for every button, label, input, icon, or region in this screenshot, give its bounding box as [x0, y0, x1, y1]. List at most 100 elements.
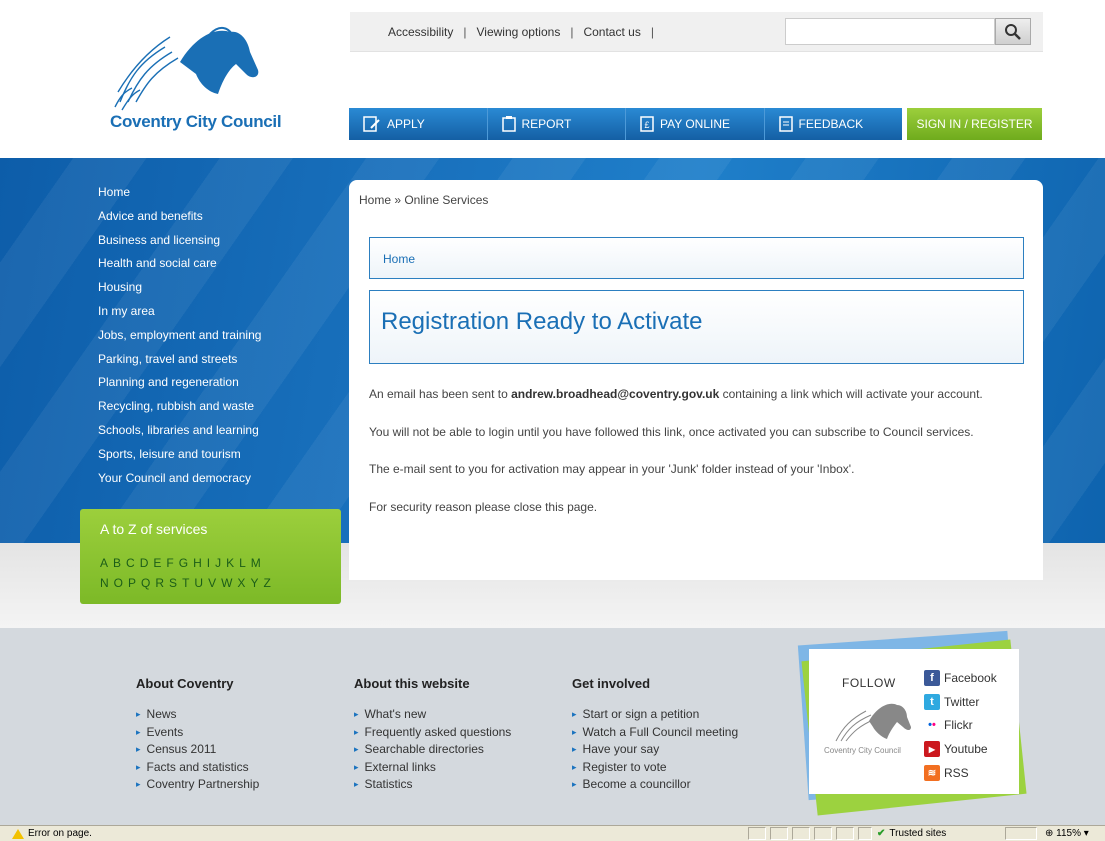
footer-link[interactable]: External links — [354, 760, 511, 778]
security-zone[interactable]: ✔ Trusted sites — [877, 828, 946, 839]
footer-link[interactable]: News — [136, 707, 259, 725]
atoz-letter[interactable]: Y — [250, 576, 258, 590]
sidebar-item-advice[interactable]: Advice and benefits — [98, 206, 261, 230]
title-box: Registration Ready to Activate — [369, 290, 1024, 364]
follow-panel: FOLLOW Coventry City Council f Facebook t… — [795, 630, 1035, 816]
atoz-letter[interactable]: J — [215, 556, 221, 570]
footer-link[interactable]: Coventry Partnership — [136, 777, 260, 795]
viewing-options-link[interactable]: Viewing options — [476, 25, 560, 39]
sign-in-register-button[interactable]: SIGN IN / REGISTER — [907, 108, 1042, 140]
footer-link[interactable]: Events — [136, 725, 259, 743]
rss-link[interactable]: ≋ RSS — [924, 761, 997, 785]
sidebar-item-parking[interactable]: Parking, travel and streets — [98, 349, 261, 373]
search-input[interactable] — [785, 18, 995, 45]
youtube-icon: ▶ — [924, 741, 940, 758]
atoz-letter[interactable]: Q — [141, 576, 150, 590]
atoz-letter[interactable]: P — [128, 576, 136, 590]
atoz-letter[interactable]: U — [194, 576, 203, 590]
atoz-letter[interactable]: D — [140, 556, 149, 570]
protected-mode-toggle[interactable] — [1005, 827, 1037, 840]
main-action-nav: APPLY REPORT £ PAY ONLINE FEEDBACK — [349, 108, 902, 140]
follow-card: FOLLOW Coventry City Council f Facebook t… — [809, 649, 1019, 794]
facebook-link[interactable]: f Facebook — [924, 666, 997, 690]
atoz-letter[interactable]: F — [166, 556, 173, 570]
sidebar-item-planning[interactable]: Planning and regeneration — [98, 372, 261, 396]
status-cell — [748, 827, 766, 840]
home-link[interactable]: Home — [383, 252, 415, 266]
error-text: Error on page. — [28, 828, 92, 839]
atoz-letter[interactable]: L — [239, 556, 246, 570]
sidebar-item-housing[interactable]: Housing — [98, 277, 261, 301]
sidebar-item-health[interactable]: Health and social care — [98, 253, 261, 277]
atoz-letter[interactable]: W — [221, 576, 232, 590]
zoom-icon: ⊕ — [1045, 828, 1057, 839]
rss-icon: ≋ — [924, 765, 940, 782]
footer-link[interactable]: Statistics — [354, 777, 511, 795]
atoz-letter[interactable]: O — [114, 576, 123, 590]
sidebar-nav: Home Advice and benefits Business and li… — [98, 182, 261, 491]
feedback-button[interactable]: FEEDBACK — [765, 108, 903, 140]
sidebar-item-recycling[interactable]: Recycling, rubbish and waste — [98, 396, 261, 420]
contact-us-link[interactable]: Contact us — [583, 25, 640, 39]
council-logo[interactable]: Coventry City Council — [110, 22, 290, 137]
atoz-letter[interactable]: B — [113, 556, 121, 570]
junk-folder-paragraph: The e-mail sent to you for activation ma… — [369, 462, 855, 476]
atoz-letter[interactable]: R — [155, 576, 164, 590]
atoz-letter[interactable]: I — [207, 556, 210, 570]
sidebar-item-jobs[interactable]: Jobs, employment and training — [98, 325, 261, 349]
footer-get-involved: Get involved Start or sign a petition Wa… — [572, 676, 738, 795]
svg-text:£: £ — [644, 120, 649, 130]
footer-link[interactable]: Start or sign a petition — [572, 707, 738, 725]
atoz-letter[interactable]: M — [251, 556, 261, 570]
sidebar-item-sports[interactable]: Sports, leisure and tourism — [98, 444, 261, 468]
atoz-letter[interactable]: A — [100, 556, 108, 570]
atoz-letter[interactable]: X — [237, 576, 245, 590]
sidebar-item-in-my-area[interactable]: In my area — [98, 301, 261, 325]
pay-icon: £ — [640, 116, 654, 132]
footer-link[interactable]: Searchable directories — [354, 742, 511, 760]
footer-link[interactable]: Facts and statistics — [136, 760, 259, 778]
twitter-label: Twitter — [944, 694, 980, 709]
atoz-letter[interactable]: G — [179, 556, 188, 570]
twitter-link[interactable]: t Twitter — [924, 690, 997, 714]
atoz-letter[interactable]: T — [182, 576, 189, 590]
checkmark-icon: ✔ — [877, 828, 886, 839]
footer-link[interactable]: Frequently asked questions — [354, 725, 512, 743]
clipboard-icon — [501, 116, 516, 132]
status-cell — [770, 827, 788, 840]
sidebar-item-business[interactable]: Business and licensing — [98, 230, 261, 254]
sidebar-item-schools[interactable]: Schools, libraries and learning — [98, 420, 261, 444]
atoz-letter[interactable]: C — [126, 556, 135, 570]
atoz-letter[interactable]: E — [153, 556, 161, 570]
email-address: andrew.broadhead@coventry.gov.uk — [511, 387, 720, 401]
footer-link[interactable]: Census 2011 — [136, 742, 259, 760]
atoz-letter[interactable]: N — [100, 576, 109, 590]
footer-link[interactable]: Register to vote — [572, 760, 738, 778]
apply-button[interactable]: APPLY — [349, 108, 488, 140]
footer-link[interactable]: Have your say — [572, 742, 738, 760]
footer-link[interactable]: Become a councillor — [572, 777, 738, 795]
sidebar-item-home[interactable]: Home — [98, 182, 261, 206]
pay-online-button[interactable]: £ PAY ONLINE — [626, 108, 765, 140]
footer-link[interactable]: Watch a Full Council meeting — [572, 725, 739, 743]
zoom-control[interactable]: ⊕ 115% ▾ — [1045, 828, 1089, 839]
atoz-letter[interactable]: Z — [263, 576, 270, 590]
accessibility-link[interactable]: Accessibility — [388, 25, 453, 39]
sidebar-item-council[interactable]: Your Council and democracy — [98, 468, 261, 492]
a-to-z-panel: A to Z of services ABCDEFGHIJKLM NOPQRST… — [80, 509, 341, 604]
error-status[interactable]: Error on page. — [12, 828, 92, 839]
report-button[interactable]: REPORT — [488, 108, 626, 140]
search-button[interactable] — [995, 18, 1031, 45]
small-horse-logo-icon: Coventry City Council — [824, 703, 911, 755]
breadcrumb[interactable]: Home » Online Services — [359, 193, 488, 207]
flickr-link[interactable]: • • Flickr — [924, 714, 997, 738]
feedback-label: FEEDBACK — [798, 117, 864, 131]
atoz-letter[interactable]: S — [169, 576, 177, 590]
atoz-letter[interactable]: K — [226, 556, 234, 570]
atoz-letter[interactable]: V — [208, 576, 216, 590]
report-label: REPORT — [521, 117, 572, 131]
flickr-icon: • • — [924, 717, 940, 734]
youtube-link[interactable]: ▶ Youtube — [924, 737, 997, 761]
footer-link[interactable]: What's new — [354, 707, 511, 725]
atoz-letter[interactable]: H — [193, 556, 202, 570]
